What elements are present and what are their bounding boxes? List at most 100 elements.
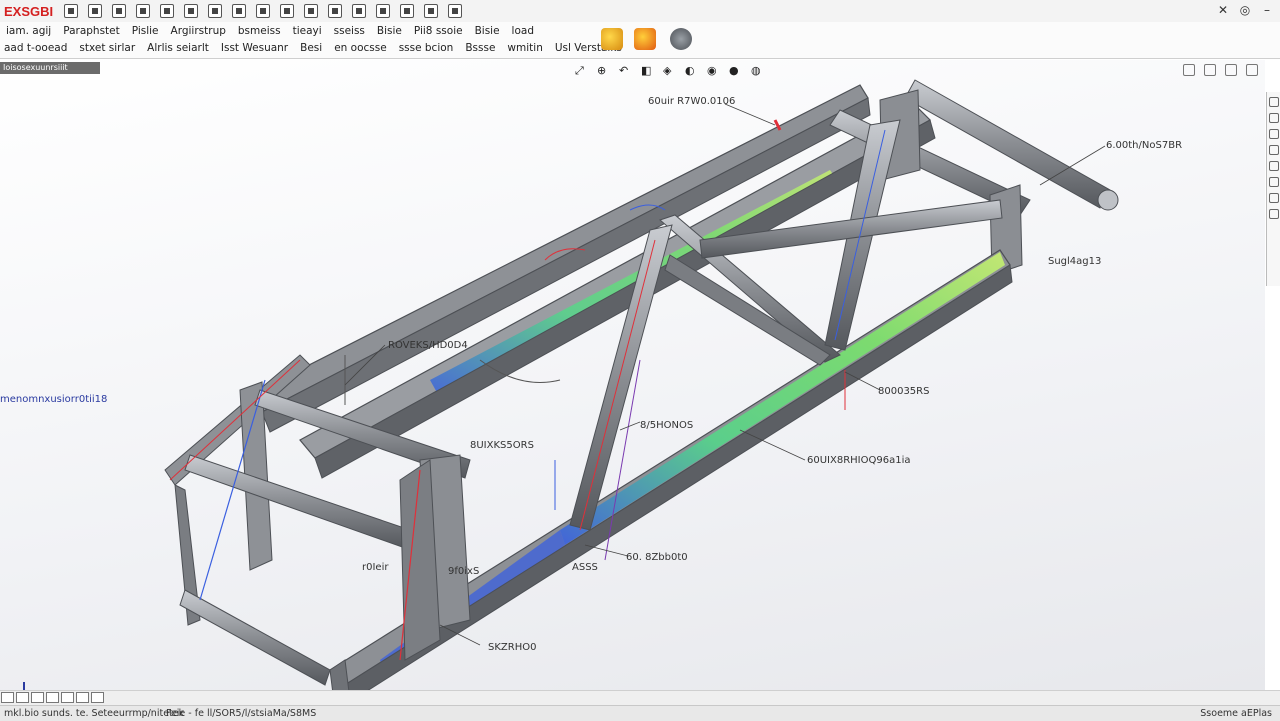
ribbon-item[interactable]: Pislie — [132, 25, 159, 37]
heads-up-view-toolbar: ⤢ ⊕ ↶ ◧ ◈ ◐ ◉ ● ◍ — [575, 64, 767, 78]
ribbon-item[interactable]: Bisie — [377, 25, 402, 37]
redo-icon[interactable] — [184, 4, 199, 18]
view-orientation-icon[interactable]: ◈ — [663, 64, 679, 78]
ribbon-item[interactable]: Paraphstet — [63, 25, 120, 37]
frame-model — [164, 79, 1119, 721]
tool-icon-f[interactable] — [424, 4, 439, 18]
callout-label[interactable]: 60UIX8RHIOQ96a1ia — [807, 455, 911, 466]
ribbon-item[interactable]: ssse bcion — [399, 42, 454, 54]
bottom-tab-strip — [0, 690, 1280, 705]
view-palette-icon[interactable] — [1269, 145, 1279, 155]
ribbon-item[interactable]: Bssse — [465, 42, 495, 54]
file-properties-icon[interactable] — [256, 4, 271, 18]
tool-icon-g[interactable] — [448, 4, 463, 18]
ribbon-item[interactable]: aad t-ooead — [4, 42, 67, 54]
callout-label[interactable]: 60uir R7W0.0106 — [648, 96, 735, 107]
select-icon[interactable] — [208, 4, 223, 18]
search-icon[interactable] — [1269, 209, 1279, 219]
forum-icon[interactable] — [1269, 193, 1279, 203]
display-style-icon[interactable]: ◐ — [685, 64, 701, 78]
ribbon-item[interactable]: Argiirstrup — [171, 25, 226, 37]
callout-label[interactable]: Sugl4ag13 — [1048, 256, 1101, 267]
feature-manager-bar[interactable]: Ioisosexuunrsiiit — [0, 62, 100, 74]
file-explorer-icon[interactable] — [1269, 129, 1279, 139]
tab-nav-prev-icon[interactable] — [16, 692, 29, 703]
ribbon-item[interactable]: load — [512, 25, 534, 37]
callout-label[interactable]: 800035RS — [878, 386, 929, 397]
tab-study-1[interactable] — [91, 692, 104, 703]
appearance-icon[interactable]: ● — [729, 64, 745, 78]
ribbon-item[interactable]: iam. agij — [6, 25, 51, 37]
tab-motion-study[interactable] — [76, 692, 89, 703]
zoom-area-icon[interactable]: ⊕ — [597, 64, 613, 78]
open-file-icon[interactable] — [88, 4, 103, 18]
minimize-icon[interactable]: – — [1260, 3, 1274, 17]
link-icon[interactable] — [1225, 64, 1237, 76]
ribbon-row-2: aad t-ooead stxet sirlar Alrlis seiarlt … — [4, 42, 634, 54]
title-bar: EXSGBI ✕ ◎ – — [0, 0, 1280, 23]
callout-label[interactable]: r0Ieir — [362, 562, 388, 573]
resources-icon[interactable] — [1269, 97, 1279, 107]
custom-properties-icon[interactable] — [1269, 177, 1279, 187]
callout-label[interactable]: 8UIXKS5ORS — [470, 440, 534, 451]
ribbon-item[interactable]: wmitin — [507, 42, 542, 54]
status-middle: Feie - fe ll/SOR5/l/stsiaMa/S8MS — [166, 708, 317, 719]
tool-icon-d[interactable] — [376, 4, 391, 18]
callout-label[interactable]: ASSS — [572, 562, 598, 573]
ribbon-item[interactable]: stxet sirlar — [79, 42, 135, 54]
print-icon[interactable] — [136, 4, 151, 18]
tool-icon-e[interactable] — [400, 4, 415, 18]
maximize-icon[interactable] — [1246, 64, 1258, 76]
simulation-icon[interactable] — [601, 28, 623, 50]
ribbon-item[interactable]: tieayi — [293, 25, 322, 37]
callout-label[interactable]: 9f0ixS — [448, 566, 479, 577]
callout-label[interactable]: 60. 8Zbb0t0 — [626, 552, 688, 563]
tool-icon-a[interactable] — [304, 4, 319, 18]
restore-icon[interactable] — [1183, 64, 1195, 76]
ribbon-item[interactable]: Pii8 ssoie — [414, 25, 463, 37]
ribbon-item[interactable]: bsmeiss — [238, 25, 281, 37]
status-left: mkl.bio sunds. te. Seteeurrmp/nitetek — [4, 708, 185, 719]
status-right: Ssoeme aEPlas — [1200, 708, 1272, 719]
study-icon[interactable] — [634, 28, 656, 50]
section-view-icon[interactable]: ◧ — [641, 64, 657, 78]
ribbon-item[interactable]: Isst Wesuanr — [221, 42, 288, 54]
graphics-viewport[interactable]: 60uir R7W0.0106 6.00th/NoS7BR Sugl4ag13 … — [0, 60, 1265, 721]
callout-label[interactable]: 6.00th/NoS7BR — [1106, 140, 1182, 151]
tab-nav-first-icon[interactable] — [1, 692, 14, 703]
callout-label[interactable]: SKZRHO0 — [488, 642, 536, 653]
ribbon-item[interactable]: Alrlis seiarlt — [147, 42, 209, 54]
rebuild-icon[interactable] — [232, 4, 247, 18]
ribbon-item[interactable]: sseiss — [334, 25, 365, 37]
callout-label[interactable]: 8/5HONOS — [640, 420, 693, 431]
previous-view-icon[interactable]: ↶ — [619, 64, 635, 78]
help-icon[interactable]: ◎ — [1238, 3, 1252, 17]
tool-icon-b[interactable] — [328, 4, 343, 18]
tab-nav-next-icon[interactable] — [31, 692, 44, 703]
app-logo[interactable]: EXSGBI — [0, 4, 59, 19]
ribbon-item[interactable]: Besi — [300, 42, 322, 54]
top-rail-back[interactable] — [249, 84, 871, 433]
design-library-icon[interactable] — [1269, 113, 1279, 123]
command-manager-ribbon: iam. agij Paraphstet Pislie Argiirstrup … — [0, 22, 1280, 59]
save-icon[interactable] — [112, 4, 127, 18]
ribbon-item[interactable]: en oocsse — [334, 42, 386, 54]
new-file-icon[interactable] — [64, 4, 79, 18]
hide-show-icon[interactable]: ◉ — [707, 64, 723, 78]
options-icon[interactable] — [280, 4, 295, 18]
ribbon-row-1: iam. agij Paraphstet Pislie Argiirstrup … — [6, 25, 546, 37]
callout-label[interactable]: ROVEKS/HD0D4 — [388, 340, 468, 351]
appearances-icon[interactable] — [1269, 161, 1279, 171]
tool-icon-c[interactable] — [352, 4, 367, 18]
window-controls: ✕ ◎ – — [1216, 3, 1274, 17]
scene-icon[interactable]: ◍ — [751, 64, 767, 78]
close-icon[interactable]: ✕ — [1216, 3, 1230, 17]
undo-icon[interactable] — [160, 4, 175, 18]
tile-icon[interactable] — [1204, 64, 1216, 76]
left-annotation: menomnxusiorr0tii18 — [0, 394, 108, 405]
tab-nav-last-icon[interactable] — [46, 692, 59, 703]
settings-gear-icon[interactable] — [670, 28, 692, 50]
zoom-to-fit-icon[interactable]: ⤢ — [575, 64, 591, 78]
tab-model[interactable] — [61, 692, 74, 703]
ribbon-item[interactable]: Bisie — [475, 25, 500, 37]
